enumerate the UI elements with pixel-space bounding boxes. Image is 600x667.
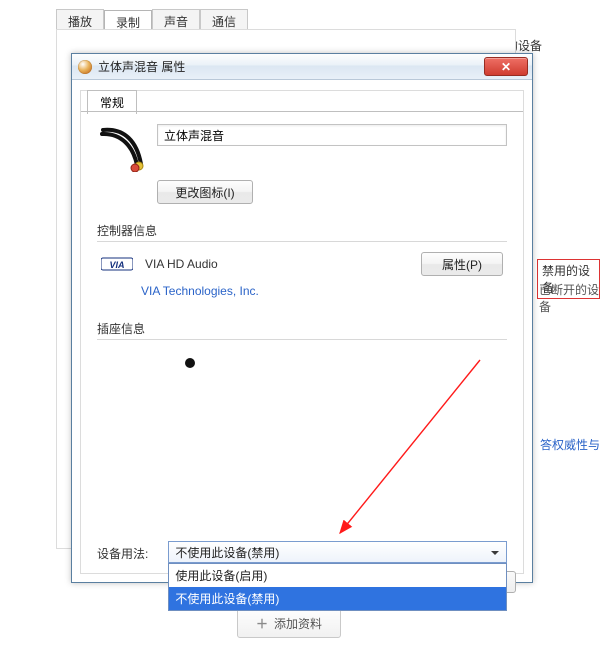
svg-text:VIA: VIA [109,260,124,270]
add-resource-button[interactable]: ＋ 添加资料 [237,608,341,638]
dialog-body: 常规 更改图标(I) 控制器信息 [80,90,524,574]
jack-indicator-icon [185,358,195,368]
dialog-title: 立体声混音 属性 [98,58,185,75]
dialog-titlebar[interactable]: 立体声混音 属性 ✕ [72,54,532,80]
usage-option-disable[interactable]: 不使用此设备(禁用) [169,587,506,610]
controller-section-label: 控制器信息 [97,222,507,239]
bg-note-text: 答权威性与 [540,436,600,453]
controller-properties-button[interactable]: 属性(P) [421,252,503,276]
properties-dialog: 立体声混音 属性 ✕ 常规 [71,53,533,583]
vendor-link[interactable]: VIA Technologies, Inc. [141,284,259,298]
speaker-icon [78,60,92,74]
audio-jack-icon [97,124,145,172]
via-logo-icon: VIA [101,254,133,274]
jack-info-area [97,358,507,368]
device-usage-dropdown-list: 使用此设备(启用) 不使用此设备(禁用) [168,563,507,611]
change-icon-button[interactable]: 更改图标(I) [157,180,253,204]
plus-icon: ＋ [256,615,268,632]
general-tab-content: 更改图标(I) 控制器信息 VIA VIA HD Audio 属性(P) VIA… [81,112,523,573]
bg-menu-disconnected-devices[interactable]: 已断开的设备 [539,281,600,315]
close-button[interactable]: ✕ [484,57,528,76]
usage-option-enable[interactable]: 使用此设备(启用) [169,564,506,587]
controller-name: VIA HD Audio [145,257,409,271]
device-name-input[interactable] [157,124,507,146]
close-icon: ✕ [501,60,511,74]
device-usage-selected[interactable]: 不使用此设备(禁用) [168,541,507,563]
add-resource-label: 添加资料 [274,615,322,632]
device-usage-label: 设备用法: [97,541,148,562]
device-usage-select[interactable]: 不使用此设备(禁用) 使用此设备(启用) 不使用此设备(禁用) [168,541,507,563]
jack-section-label: 插座信息 [97,320,507,337]
